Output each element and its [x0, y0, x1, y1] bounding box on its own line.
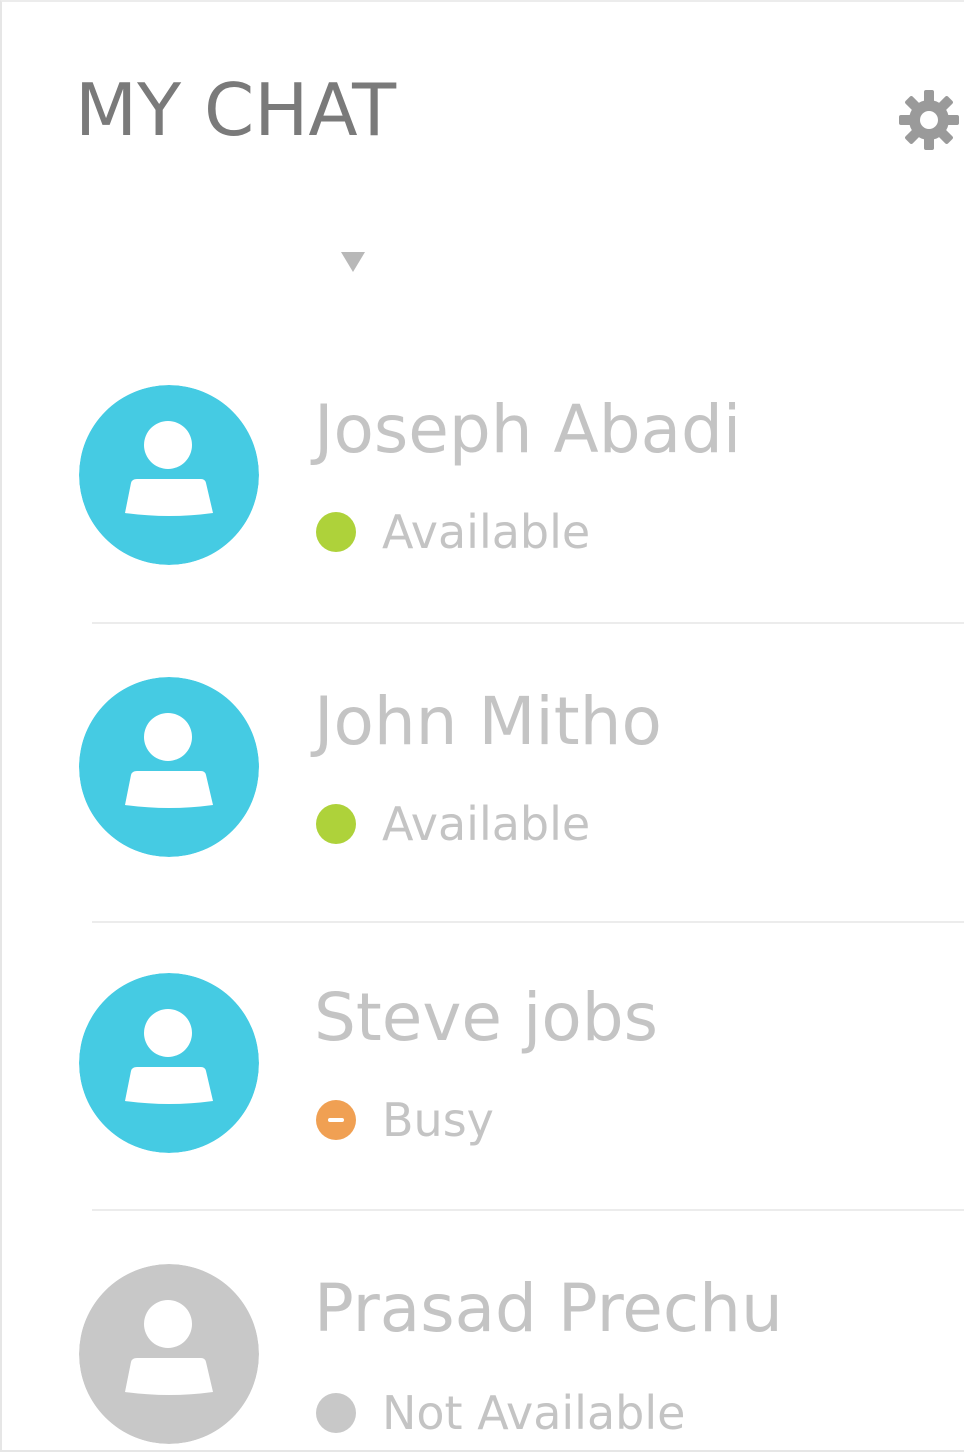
contact-name: Prasad Prechu	[314, 1270, 783, 1347]
status-busy-icon	[316, 1100, 356, 1140]
contact-item[interactable]: John Mitho Available	[2, 677, 964, 857]
contact-item[interactable]: Prasad Prechu Not Available	[2, 1264, 964, 1444]
caret-down-icon[interactable]	[341, 252, 365, 272]
status-label: Available	[382, 797, 591, 851]
status-offline-icon	[316, 1393, 356, 1433]
contact-item[interactable]: Joseph Abadi Available	[2, 385, 964, 565]
divider	[92, 921, 964, 923]
avatar	[79, 385, 259, 565]
contact-status: Available	[316, 799, 590, 849]
contact-item[interactable]: Steve jobs Busy	[2, 973, 964, 1153]
chat-panel: MY CHAT Joseph Abadi Available John Mith…	[0, 0, 964, 1452]
user-icon	[79, 1264, 259, 1444]
contact-name: John Mitho	[314, 683, 662, 760]
status-available-icon	[316, 804, 356, 844]
contact-status: Available	[316, 507, 590, 557]
contact-name: Joseph Abadi	[314, 391, 742, 468]
avatar	[79, 677, 259, 857]
user-icon	[79, 973, 259, 1153]
status-available-icon	[316, 512, 356, 552]
contact-status: Not Available	[316, 1388, 685, 1438]
avatar	[79, 1264, 259, 1444]
status-label: Not Available	[382, 1386, 686, 1440]
contact-name: Steve jobs	[314, 979, 659, 1056]
page-title: MY CHAT	[75, 68, 397, 152]
divider	[92, 1209, 964, 1211]
avatar	[79, 973, 259, 1153]
status-label: Busy	[382, 1093, 494, 1147]
gear-icon[interactable]	[897, 88, 961, 152]
user-icon	[79, 677, 259, 857]
status-label: Available	[382, 505, 591, 559]
contact-status: Busy	[316, 1095, 494, 1145]
divider	[92, 622, 964, 624]
user-icon	[79, 385, 259, 565]
